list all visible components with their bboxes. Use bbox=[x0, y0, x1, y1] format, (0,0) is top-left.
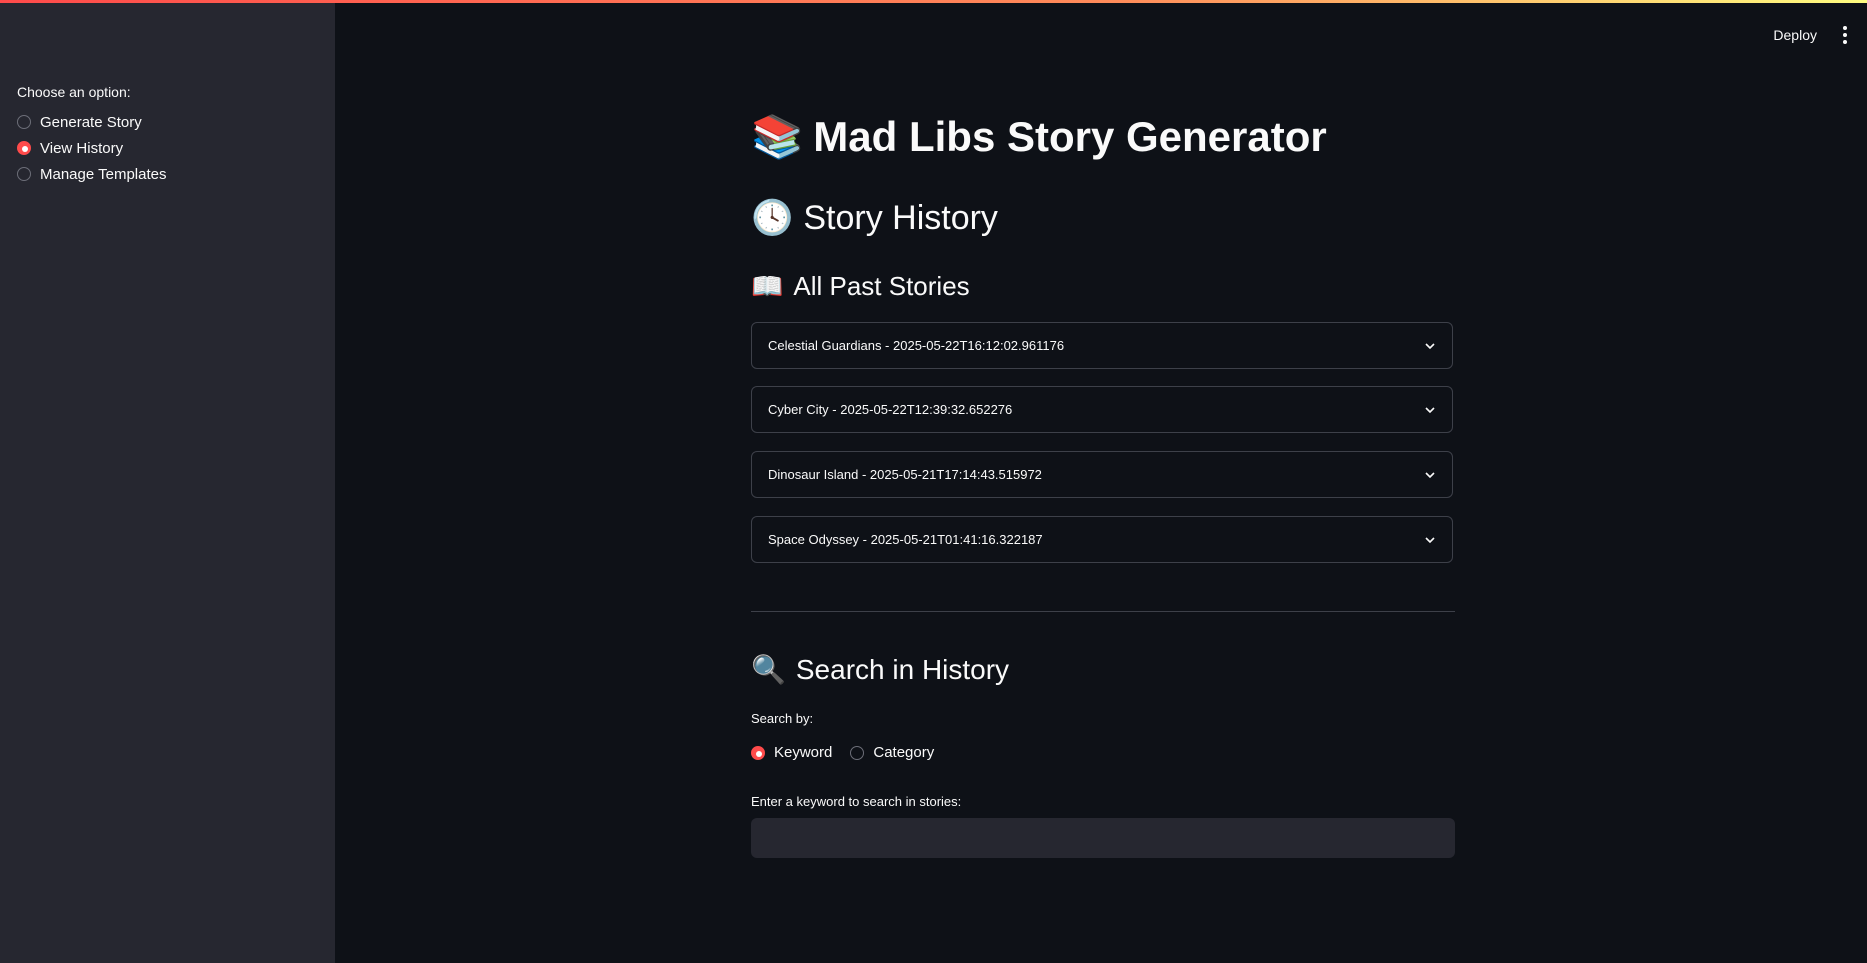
chevron-down-icon bbox=[1425, 471, 1435, 478]
story-history-heading-text: Story History bbox=[803, 198, 998, 237]
books-icon: 📚 bbox=[751, 112, 804, 161]
app-header-actions: Deploy bbox=[1773, 26, 1847, 44]
search-option-keyword[interactable]: Keyword bbox=[751, 744, 832, 761]
deploy-button[interactable]: Deploy bbox=[1773, 27, 1817, 43]
radio-unselected-icon[interactable] bbox=[17, 167, 31, 181]
sidebar-option-generate-story[interactable]: Generate Story bbox=[17, 111, 142, 133]
search-heading: 🔍 Search in History bbox=[751, 653, 1009, 686]
radio-selected-icon[interactable] bbox=[17, 141, 31, 155]
radio-unselected-icon[interactable] bbox=[850, 745, 865, 760]
story-expander-label: Space Odyssey - 2025-05-21T01:41:16.3221… bbox=[768, 532, 1043, 547]
sidebar-option-manage-templates[interactable]: Manage Templates bbox=[17, 163, 166, 185]
open-book-icon: 📖 bbox=[751, 271, 784, 302]
main-content: 📚 Mad Libs Story Generator 🕓 Story Histo… bbox=[751, 0, 1455, 963]
divider bbox=[751, 611, 1455, 612]
story-expander-label: Cyber City - 2025-05-22T12:39:32.652276 bbox=[768, 402, 1013, 417]
all-past-stories-heading: 📖 All Past Stories bbox=[751, 271, 970, 302]
search-by-radio-group: Keyword Category bbox=[751, 744, 952, 761]
page-title: 📚 Mad Libs Story Generator bbox=[751, 112, 1327, 162]
chevron-down-icon bbox=[1425, 406, 1435, 413]
clock-icon: 🕓 bbox=[751, 198, 794, 238]
sidebar-label: Choose an option: bbox=[17, 84, 131, 100]
vertical-ellipsis-icon[interactable] bbox=[1843, 26, 1847, 44]
story-expander-label: Celestial Guardians - 2025-05-22T16:12:0… bbox=[768, 338, 1065, 353]
story-expander-label: Dinosaur Island - 2025-05-21T17:14:43.51… bbox=[768, 467, 1042, 482]
sidebar-option-label: Manage Templates bbox=[40, 165, 167, 183]
story-expander[interactable]: Cyber City - 2025-05-22T12:39:32.652276 bbox=[751, 386, 1453, 433]
search-by-label: Search by: bbox=[751, 711, 814, 726]
story-expander[interactable]: Dinosaur Island - 2025-05-21T17:14:43.51… bbox=[751, 451, 1453, 498]
keyword-search-input[interactable] bbox=[751, 818, 1455, 858]
story-history-heading: 🕓 Story History bbox=[751, 198, 998, 238]
page-title-text: Mad Libs Story Generator bbox=[813, 113, 1327, 160]
keyword-input-label: Enter a keyword to search in stories: bbox=[751, 794, 962, 809]
chevron-down-icon bbox=[1425, 536, 1435, 543]
chevron-down-icon bbox=[1425, 342, 1435, 349]
radio-selected-icon[interactable] bbox=[751, 745, 765, 760]
sidebar-option-view-history[interactable]: View History bbox=[17, 137, 123, 159]
sidebar-option-label: View History bbox=[40, 139, 124, 157]
search-option-label: Category bbox=[873, 744, 935, 761]
story-expander[interactable]: Space Odyssey - 2025-05-21T01:41:16.3221… bbox=[751, 516, 1453, 563]
search-heading-text: Search in History bbox=[795, 653, 1010, 685]
magnifier-icon: 🔍 bbox=[751, 653, 786, 686]
sidebar-option-label: Generate Story bbox=[40, 113, 142, 131]
search-option-category[interactable]: Category bbox=[850, 744, 934, 761]
top-decoration-bar bbox=[0, 0, 1867, 3]
all-past-stories-heading-text: All Past Stories bbox=[793, 271, 970, 301]
radio-unselected-icon[interactable] bbox=[17, 115, 31, 129]
sidebar: Choose an option: Generate Story View Hi… bbox=[0, 0, 335, 963]
story-expander[interactable]: Celestial Guardians - 2025-05-22T16:12:0… bbox=[751, 322, 1453, 369]
search-option-label: Keyword bbox=[774, 744, 833, 761]
